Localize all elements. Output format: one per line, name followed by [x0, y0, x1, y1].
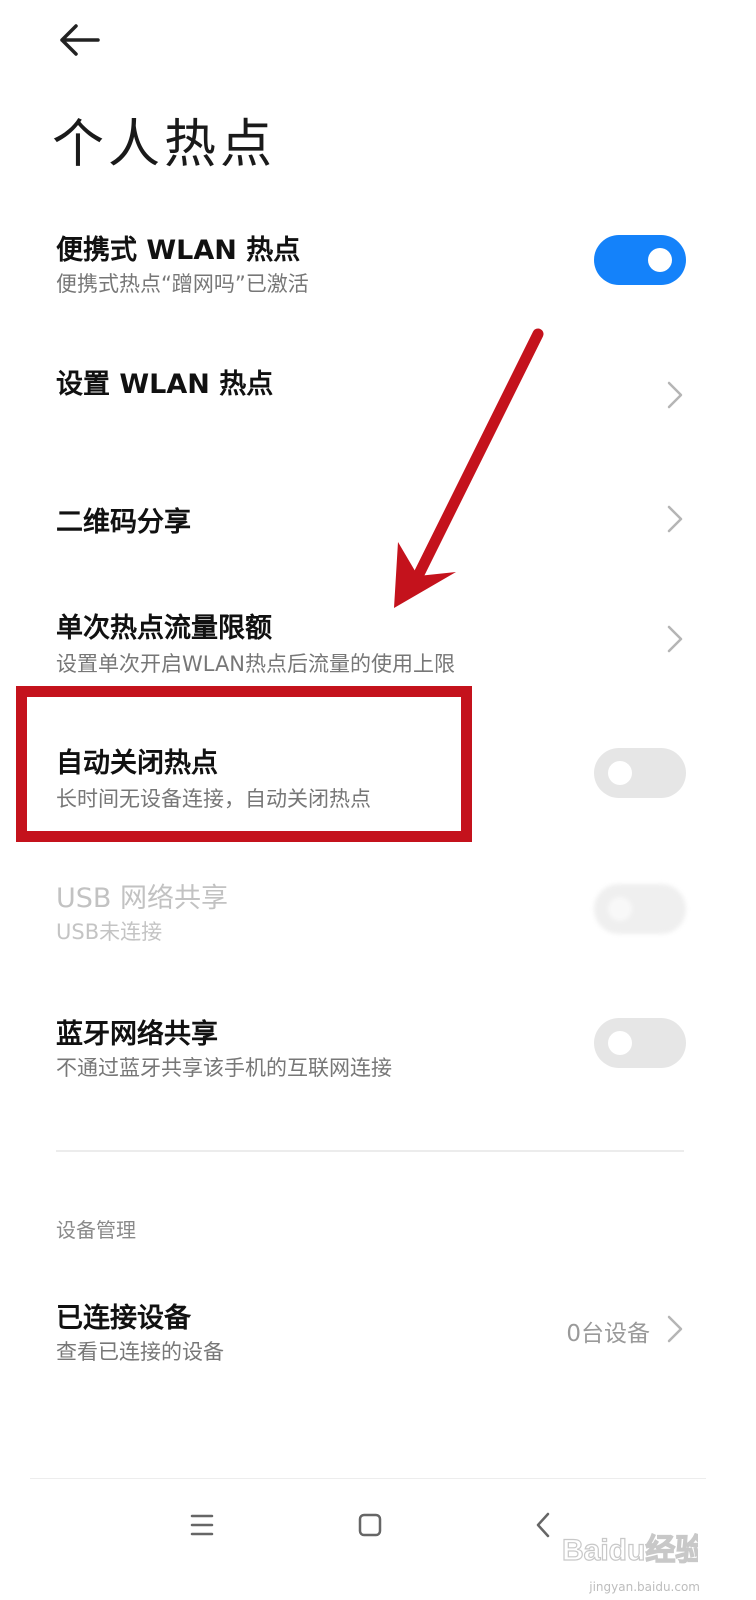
nav-home-button[interactable]: [340, 1500, 400, 1550]
toggle-knob: [648, 248, 672, 272]
usb-tethering-row: USB 网络共享 USB未连接: [0, 872, 756, 952]
chevron-right-icon: [664, 1312, 686, 1346]
portable-hotspot-subtitle: 便携式热点“蹭网吗”已激活: [56, 272, 309, 296]
data-limit-title: 单次热点流量限额: [56, 613, 272, 644]
connected-devices-row[interactable]: 已连接设备 查看已连接的设备 0台设备: [0, 1292, 756, 1372]
usb-tethering-title: USB 网络共享: [56, 883, 229, 914]
auto-close-subtitle: 长时间无设备连接，自动关闭热点: [56, 787, 371, 811]
data-limit-subtitle: 设置单次开启WLAN热点后流量的使用上限: [56, 652, 456, 676]
qr-share-title: 二维码分享: [56, 507, 191, 538]
setup-hotspot-title: 设置 WLAN 热点: [56, 369, 274, 400]
qr-share-row[interactable]: 二维码分享: [0, 490, 756, 550]
device-management-label: 设备管理: [56, 1218, 136, 1242]
connected-devices-count: 0台设备: [566, 1321, 650, 1347]
setup-hotspot-row[interactable]: 设置 WLAN 热点: [0, 350, 756, 440]
bluetooth-tethering-toggle[interactable]: [594, 1018, 686, 1068]
page-title: 个人热点: [52, 115, 277, 175]
chevron-right-icon: [664, 622, 686, 656]
auto-close-row[interactable]: 自动关闭热点 长时间无设备连接，自动关闭热点: [0, 735, 756, 815]
square-home-icon: [358, 1513, 382, 1537]
portable-hotspot-toggle[interactable]: [594, 235, 686, 285]
bluetooth-tethering-subtitle: 不通过蓝牙共享该手机的互联网连接: [56, 1056, 392, 1080]
arrow-left-icon: [60, 24, 100, 56]
usb-tethering-toggle: [594, 884, 686, 934]
nav-bar-divider: [30, 1478, 706, 1479]
portable-hotspot-row[interactable]: 便携式 WLAN 热点 便携式热点“蹭网吗”已激活: [0, 220, 756, 320]
section-divider: [56, 1150, 684, 1152]
baidu-watermark-logo: Baidu经验: [561, 1526, 706, 1570]
nav-menu-button[interactable]: [172, 1500, 232, 1550]
data-limit-row[interactable]: 单次热点流量限额 设置单次开启WLAN热点后流量的使用上限: [0, 600, 756, 680]
connected-devices-title: 已连接设备: [56, 1303, 191, 1334]
watermark-logo-text: Baidu经验: [562, 1533, 698, 1567]
baidu-watermark-url: jingyan.baidu.com: [589, 1580, 700, 1594]
back-button[interactable]: [52, 18, 108, 62]
toggle-knob: [608, 761, 632, 785]
chevron-right-icon: [664, 378, 686, 412]
bluetooth-tethering-row[interactable]: 蓝牙网络共享 不通过蓝牙共享该手机的互联网连接: [0, 1006, 756, 1086]
menu-icon: [190, 1514, 214, 1536]
usb-tethering-subtitle: USB未连接: [56, 920, 163, 944]
auto-close-title: 自动关闭热点: [56, 748, 218, 779]
toggle-knob: [608, 897, 632, 921]
toggle-knob: [608, 1031, 632, 1055]
chevron-right-icon: [664, 502, 686, 536]
auto-close-toggle[interactable]: [594, 748, 686, 798]
bluetooth-tethering-title: 蓝牙网络共享: [56, 1019, 218, 1050]
portable-hotspot-title: 便携式 WLAN 热点: [56, 235, 301, 266]
connected-devices-subtitle: 查看已连接的设备: [56, 1340, 224, 1364]
